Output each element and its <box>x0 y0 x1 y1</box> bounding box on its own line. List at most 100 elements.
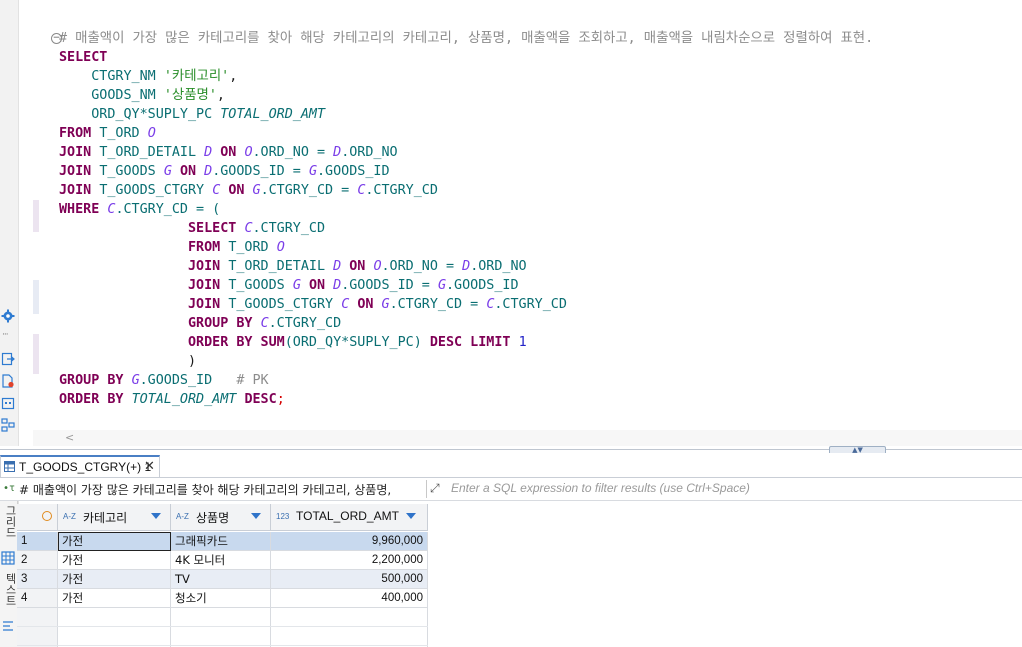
table-row[interactable]: 1 가전 그래픽카드 9,960,000 <box>17 532 428 551</box>
editor-horizontal-scrollbar[interactable]: < <box>33 430 1022 446</box>
code-token: SELECT <box>188 221 245 236</box>
column-header-total-ord-amt[interactable]: 123 TOTAL_ORD_AMT <box>271 504 428 531</box>
code-token: D <box>204 164 213 179</box>
cell-category[interactable]: 가전 <box>58 589 171 608</box>
code-line[interactable]: GROUP BY G.GOODS_ID # PK <box>59 371 873 390</box>
filter-input[interactable]: Enter a SQL expression to filter results… <box>451 481 750 495</box>
sql-query-icon[interactable]: •τ <box>3 483 15 494</box>
select-all-icon[interactable] <box>42 511 52 521</box>
cell-total-amt[interactable]: 400,000 <box>271 589 428 608</box>
row-number-header[interactable] <box>17 504 58 531</box>
code-token: .CTGRY_CD <box>268 316 342 331</box>
code-line[interactable]: GROUP BY C.CTGRY_CD <box>59 314 873 333</box>
code-line[interactable]: SELECT C.CTGRY_CD <box>59 219 873 238</box>
code-token: .ORD_NO <box>341 145 398 160</box>
panel-splitter[interactable]: ▲▼ <box>0 446 1022 455</box>
column-header-label: TOTAL_ORD_AMT <box>296 509 399 523</box>
code-line[interactable]: JOIN T_GOODS G ON D.GOODS_ID = G.GOODS_I… <box>59 276 873 295</box>
code-line[interactable]: JOIN T_GOODS G ON D.GOODS_ID = G.GOODS_I… <box>59 162 873 181</box>
code-token: , <box>216 88 225 103</box>
code-token: ON <box>357 297 382 312</box>
tab-results-label: T_GOODS_CTGRY(+) 1 <box>19 460 152 474</box>
code-token: O <box>276 240 285 255</box>
code-line[interactable]: JOIN T_GOODS_CTGRY C ON G.CTGRY_CD = C.C… <box>59 295 873 314</box>
code-token: .CTGRY_CD <box>252 221 326 236</box>
cell-goods-name[interactable]: 4K 모니터 <box>171 551 271 570</box>
tab-results[interactable]: T_GOODS_CTGRY(+) 1 ✕ <box>0 455 160 477</box>
code-token: .CTGRY_CD <box>365 183 438 198</box>
cell-total-amt[interactable]: 2,200,000 <box>271 551 428 570</box>
text-type-icon: A-Z <box>63 512 76 521</box>
cell-total-amt[interactable]: 9,960,000 <box>271 532 428 551</box>
grid-view-tab[interactable]: 그리드 <box>2 505 18 538</box>
document-warning-icon[interactable] <box>1 374 15 388</box>
code-token: G <box>381 297 390 312</box>
grid-icon[interactable] <box>1 551 15 565</box>
cell-category[interactable]: 가전 <box>58 570 171 589</box>
code-line[interactable]: ) <box>59 352 873 371</box>
results-filter-bar: •τ # 매출액이 가장 많은 카테고리를 찾아 해당 카테고리의 카테고리, … <box>0 478 1022 501</box>
cell-total-amt[interactable]: 500,000 <box>271 570 428 589</box>
code-line[interactable]: ORD_QY*SUPLY_PC TOTAL_ORD_AMT <box>59 105 873 124</box>
expand-icon[interactable]: ⤢ <box>430 481 440 496</box>
code-token: T_ORD_DETAIL <box>228 259 334 274</box>
code-line[interactable]: SELECT <box>59 48 873 67</box>
close-icon[interactable]: ✕ <box>144 459 155 474</box>
sort-arrow-icon[interactable] <box>406 513 416 519</box>
code-line[interactable]: JOIN T_ORD_DETAIL D ON O.ORD_NO = D.ORD_… <box>59 143 873 162</box>
code-token: T_GOODS_CTGRY <box>99 183 213 198</box>
column-header-category[interactable]: A-Z 카테고리 <box>58 504 171 531</box>
code-line[interactable]: FROM T_ORD O <box>59 124 873 143</box>
sort-arrow-icon[interactable] <box>251 513 261 519</box>
fold-toggle-icon[interactable]: − <box>51 33 62 44</box>
sort-arrow-icon[interactable] <box>151 513 161 519</box>
code-line[interactable]: JOIN T_GOODS_CTGRY C ON G.CTGRY_CD = C.C… <box>59 181 873 200</box>
structure-icon[interactable] <box>1 418 15 432</box>
code-token: JOIN <box>188 259 229 274</box>
sql-editor[interactable]: # 매출액이 가장 많은 카테고리를 찾아 해당 카테고리의 카테고리, 상품명… <box>33 0 1022 430</box>
code-token: ORDER BY <box>59 392 132 407</box>
gear-icon[interactable] <box>1 309 15 323</box>
column-header-goods-name[interactable]: A-Z 상품명 <box>171 504 271 531</box>
cell-goods-name[interactable]: 그래픽카드 <box>171 532 271 551</box>
code-line[interactable]: # 매출액이 가장 많은 카테고리를 찾아 해당 카테고리의 카테고리, 상품명… <box>59 29 873 48</box>
code-token: ON <box>228 183 253 198</box>
code-token: JOIN <box>188 297 229 312</box>
code-line[interactable]: FROM T_ORD O <box>59 238 873 257</box>
code-token: ORD_QY*SUPLY_PC <box>59 107 221 122</box>
sql-code[interactable]: # 매출액이 가장 많은 카테고리를 찾아 해당 카테고리의 카테고리, 상품명… <box>59 29 873 409</box>
code-line[interactable]: WHERE C.CTGRY_CD = ( <box>59 200 873 219</box>
row-number[interactable]: 2 <box>17 551 58 570</box>
cell-goods-name[interactable]: TV <box>171 570 271 589</box>
code-line[interactable]: GOODS_NM '상품명', <box>59 86 873 105</box>
table-row[interactable]: 4 가전 청소기 400,000 <box>17 589 428 608</box>
code-token: ) <box>59 354 197 369</box>
code-line[interactable]: ORDER BY SUM(ORD_QY*SUPLY_PC) DESC LIMIT… <box>59 333 873 352</box>
more-icon[interactable]: ··· <box>2 330 9 340</box>
table-icon <box>4 461 15 472</box>
cell-goods-name[interactable]: 청소기 <box>171 589 271 608</box>
code-line[interactable]: CTGRY_NM '카테고리', <box>59 67 873 86</box>
row-number[interactable]: 1 <box>17 532 58 551</box>
code-token: .CTGRY_CD = ( <box>115 202 221 217</box>
text-view-tab[interactable]: 텍스트 <box>2 573 18 606</box>
table-row[interactable]: 3 가전 TV 500,000 <box>17 570 428 589</box>
code-token: FROM <box>188 240 229 255</box>
results-grid[interactable]: A-Z 카테고리 A-Z 상품명 123 TOTAL_ORD_AMT 1 가전 … <box>17 504 1022 647</box>
code-token: GOODS_NM <box>59 88 164 103</box>
calendar-icon[interactable] <box>1 396 15 410</box>
scroll-left-icon[interactable]: < <box>65 431 74 444</box>
code-token: C <box>341 297 358 312</box>
code-line[interactable]: ORDER BY TOTAL_ORD_AMT DESC; <box>59 390 873 409</box>
code-token: .GOODS_ID = <box>341 278 438 293</box>
code-token: D <box>333 278 342 293</box>
cell-category[interactable]: 가전 <box>58 551 171 570</box>
row-number[interactable]: 3 <box>17 570 58 589</box>
code-line[interactable]: JOIN T_ORD_DETAIL D ON O.ORD_NO = D.ORD_… <box>59 257 873 276</box>
record-mode-icon[interactable] <box>1 619 15 633</box>
row-number[interactable]: 4 <box>17 589 58 608</box>
cell-category[interactable]: 가전 <box>58 532 171 551</box>
table-row[interactable]: 2 가전 4K 모니터 2,200,000 <box>17 551 428 570</box>
export-icon[interactable] <box>1 352 15 366</box>
